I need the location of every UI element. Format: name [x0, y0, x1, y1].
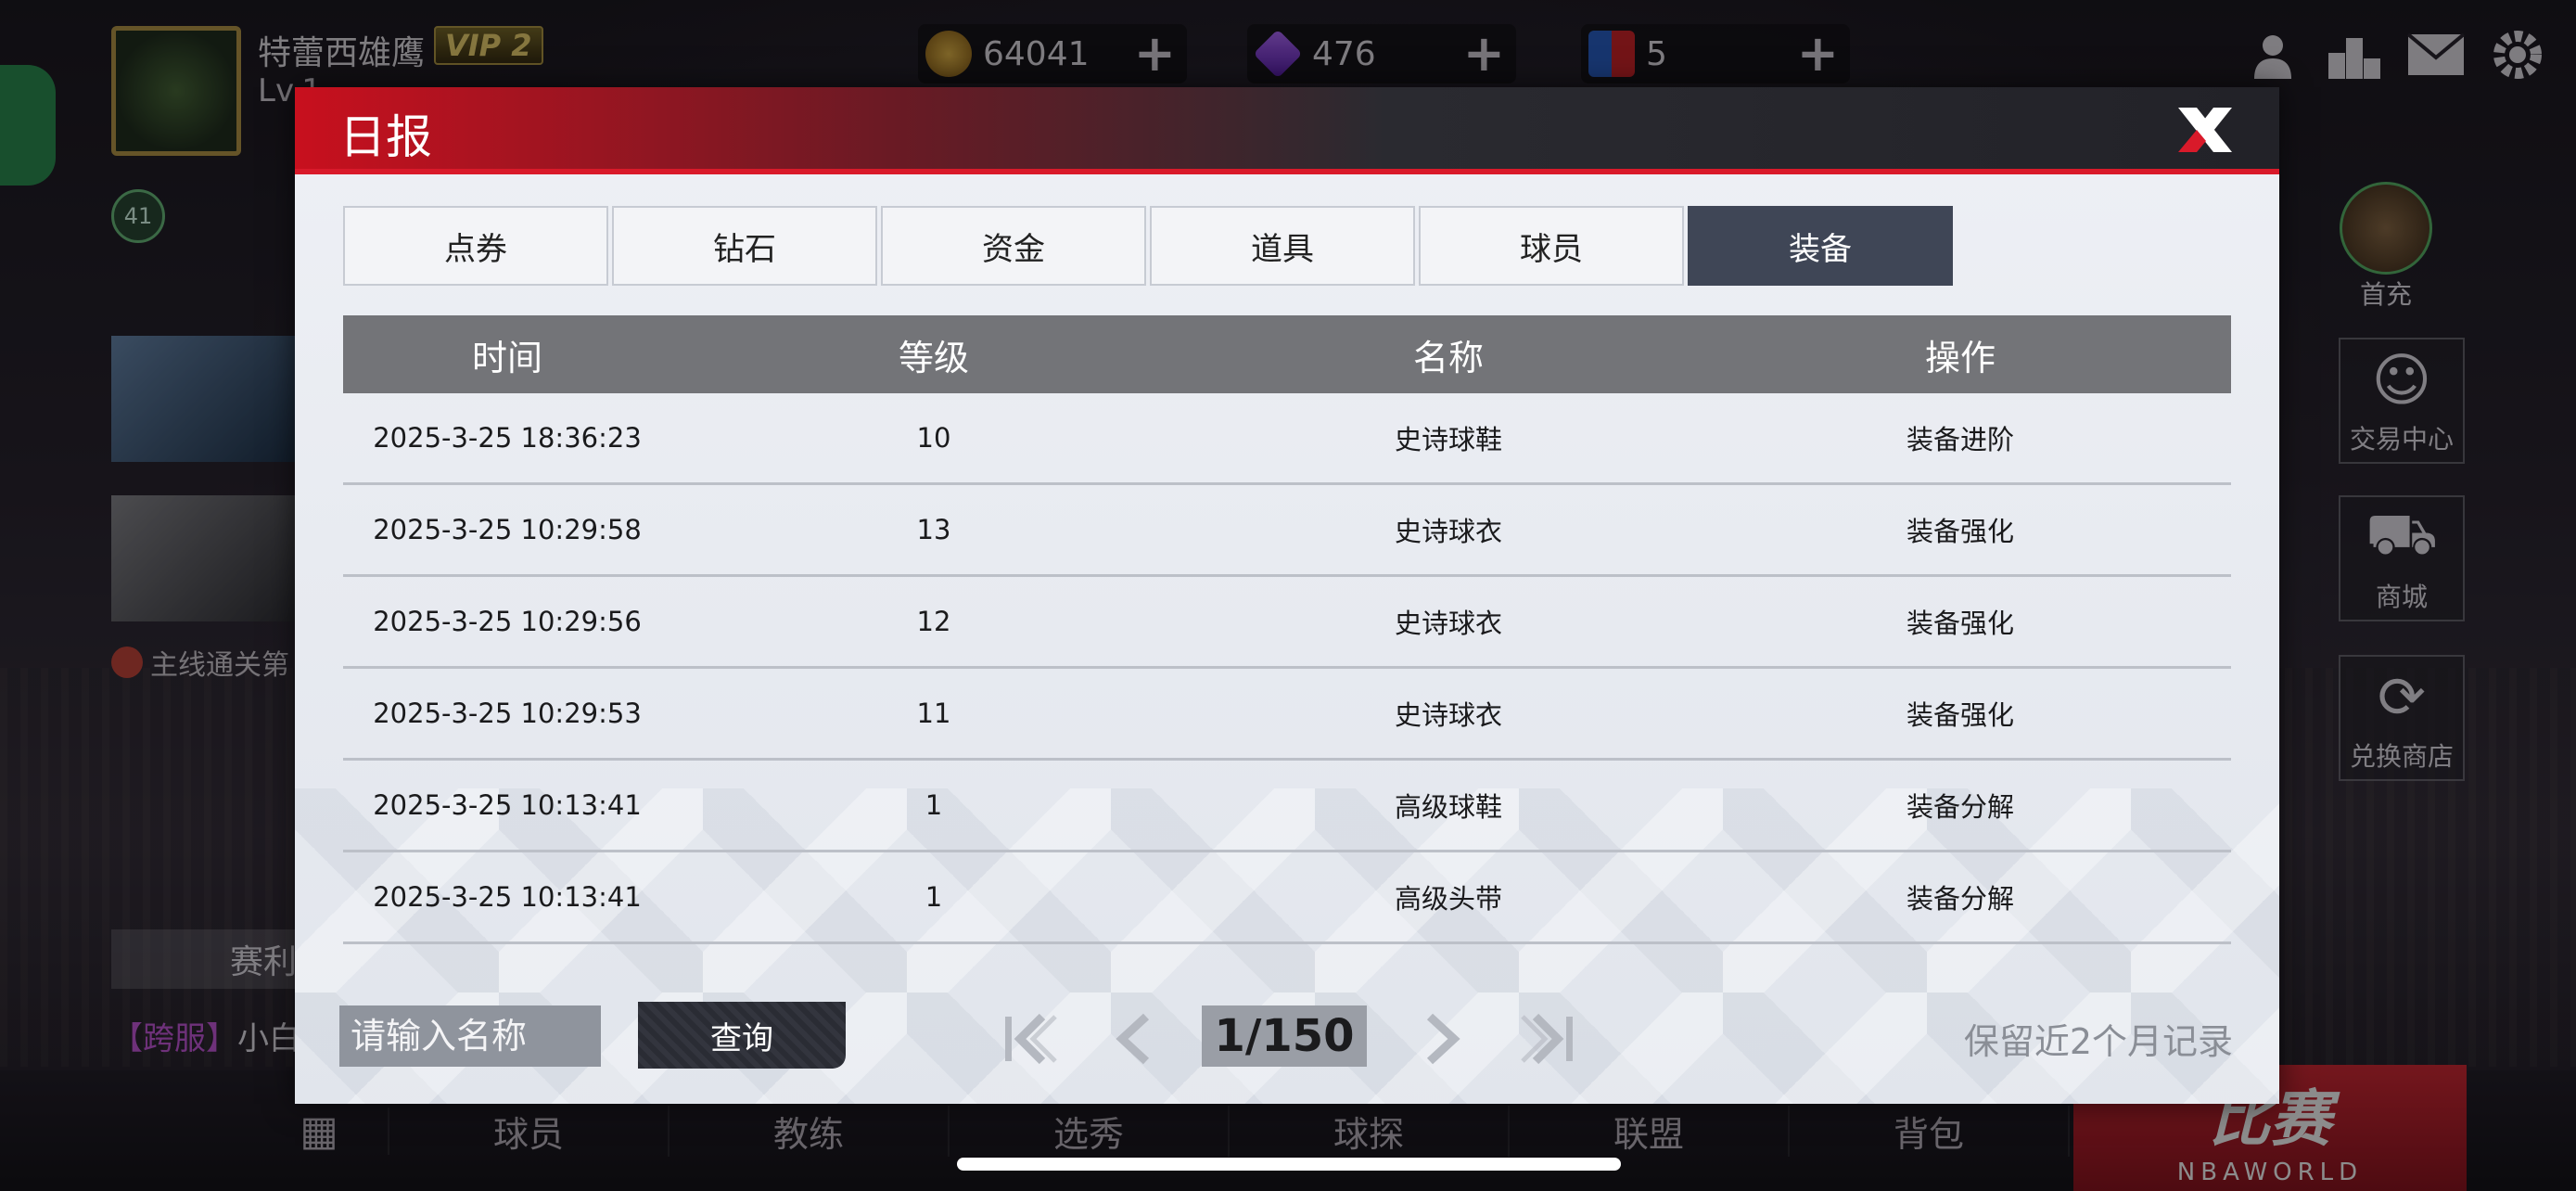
- cell-level: 13: [916, 514, 951, 545]
- cell-action: 装备强化: [1906, 608, 2014, 639]
- cell-name: 高级球鞋: [1394, 791, 1502, 823]
- table-row: 2025-3-25 18:36:23 10 史诗球鞋 装备进阶: [343, 393, 2231, 485]
- cell-name: 史诗球衣: [1394, 516, 1502, 547]
- cell-action: 装备强化: [1906, 699, 2014, 731]
- cell-time: 2025-3-25 10:13:41: [373, 789, 642, 821]
- tab-vouchers[interactable]: 点券: [343, 206, 608, 286]
- cell-time: 2025-3-25 10:29:58: [373, 514, 642, 545]
- dialog-header: 日报: [295, 87, 2279, 174]
- cell-time: 2025-3-25 10:13:41: [373, 881, 642, 913]
- cell-level: 11: [916, 698, 951, 729]
- tab-equipment[interactable]: 装备: [1688, 206, 1953, 286]
- chevron-right-icon: [1426, 1013, 1460, 1065]
- cell-name: 高级头带: [1394, 883, 1502, 915]
- chevron-left-icon: [1116, 1013, 1150, 1065]
- tab-diamonds[interactable]: 钻石: [612, 206, 877, 286]
- cell-name: 史诗球鞋: [1394, 424, 1502, 455]
- cell-level: 10: [916, 422, 951, 454]
- close-button[interactable]: [2168, 93, 2242, 167]
- table-row: 2025-3-25 10:13:41 1 高级头带 装备分解: [343, 852, 2231, 944]
- retention-note: 保留近2个月记录: [1963, 1021, 2233, 1062]
- column-header-level: 等级: [898, 337, 969, 378]
- cell-action: 装备强化: [1906, 516, 2014, 547]
- name-search-input[interactable]: [339, 1005, 601, 1067]
- first-page-icon: [1005, 1013, 1057, 1065]
- cell-time: 2025-3-25 10:29:53: [373, 698, 642, 729]
- dialog-title: 日报: [339, 110, 432, 164]
- cell-level: 12: [916, 606, 951, 637]
- cell-time: 2025-3-25 10:29:56: [373, 606, 642, 637]
- dialog-footer: 查询 1/150 保留近2个月记录: [295, 1002, 2279, 1089]
- column-header-action: 操作: [1924, 337, 1996, 378]
- cell-level: 1: [925, 789, 943, 821]
- cell-name: 史诗球衣: [1394, 608, 1502, 639]
- cell-action: 装备进阶: [1906, 424, 2014, 455]
- query-button[interactable]: 查询: [638, 1002, 846, 1069]
- table-row: 2025-3-25 10:13:41 1 高级球鞋 装备分解: [343, 761, 2231, 852]
- tab-funds[interactable]: 资金: [881, 206, 1146, 286]
- close-icon: [2178, 108, 2232, 152]
- tab-players[interactable]: 球员: [1419, 206, 1684, 286]
- tab-items[interactable]: 道具: [1150, 206, 1415, 286]
- daily-report-dialog: 日报 点券 钻石 资金 道具 球员 装备 时间 等级 名称 操作 2025-3-…: [295, 87, 2279, 1104]
- first-page-button[interactable]: [996, 1005, 1066, 1072]
- last-page-button[interactable]: [1511, 1005, 1582, 1072]
- previous-page-button[interactable]: [1098, 1005, 1168, 1072]
- category-tabs: 点券 钻石 资金 道具 球员 装备: [343, 206, 1953, 286]
- cell-time: 2025-3-25 18:36:23: [373, 422, 642, 454]
- record-table: 时间 等级 名称 操作 2025-3-25 18:36:23 10 史诗球鞋 装…: [343, 315, 2231, 944]
- column-header-name: 名称: [1412, 337, 1484, 378]
- home-indicator[interactable]: [957, 1158, 1621, 1171]
- cell-action: 装备分解: [1906, 791, 2014, 823]
- cell-name: 史诗球衣: [1394, 699, 1502, 731]
- table-row: 2025-3-25 10:29:53 11 史诗球衣 装备强化: [343, 669, 2231, 761]
- next-page-button[interactable]: [1408, 1005, 1478, 1072]
- cell-level: 1: [925, 881, 943, 913]
- table-row: 2025-3-25 10:29:58 13 史诗球衣 装备强化: [343, 485, 2231, 577]
- column-header-time: 时间: [471, 337, 542, 378]
- cell-action: 装备分解: [1906, 883, 2014, 915]
- table-row: 2025-3-25 10:29:56 12 史诗球衣 装备强化: [343, 577, 2231, 669]
- last-page-icon: [1521, 1013, 1573, 1065]
- table-header: 时间 等级 名称 操作: [343, 315, 2231, 393]
- page-indicator: 1/150: [1202, 1005, 1367, 1067]
